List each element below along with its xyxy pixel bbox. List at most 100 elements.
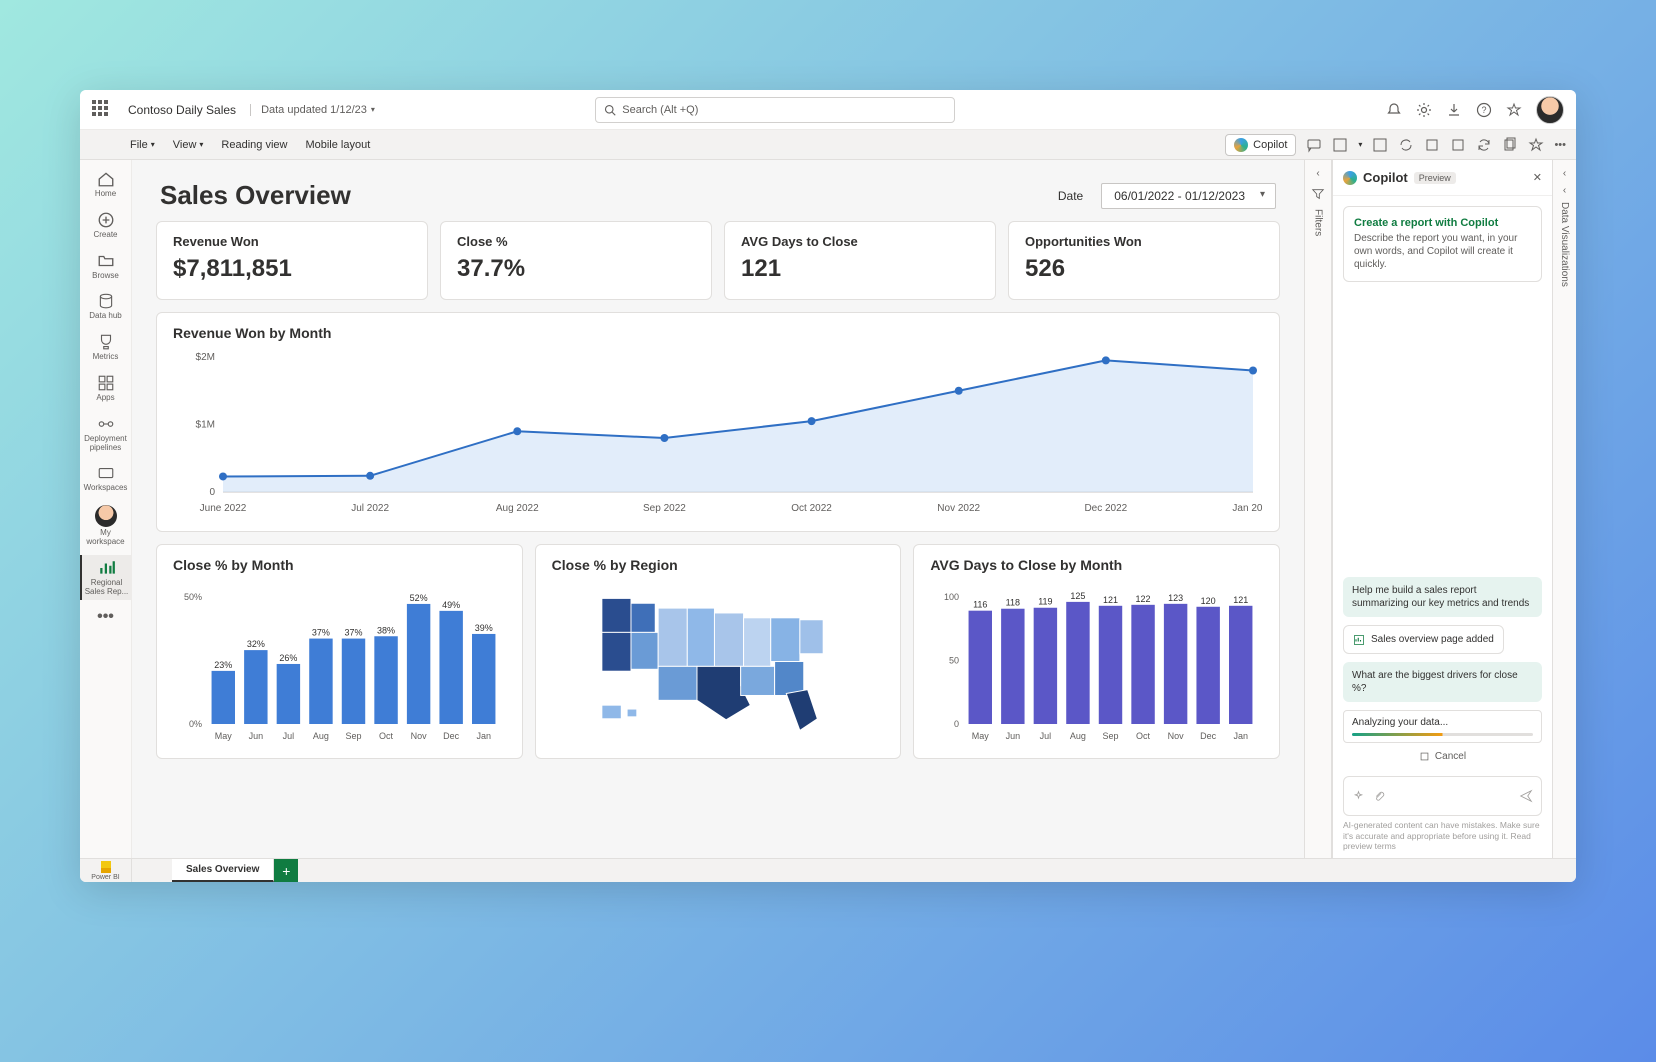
nav-my-workspace[interactable]: My workspace [80,501,131,551]
kpi-close-pct[interactable]: Close % 37.7% [440,221,712,300]
svg-text:52%: 52% [410,593,428,603]
nav-metrics[interactable]: Metrics [80,329,131,366]
filters-rail[interactable]: ‹ Filters [1304,160,1332,858]
copilot-button[interactable]: Copilot [1225,134,1296,156]
date-range-dropdown[interactable]: 06/01/2022 - 01/12/2023 [1101,183,1276,209]
bookmark-icon[interactable] [1332,137,1348,153]
svg-text:123: 123 [1168,593,1183,603]
kpi-row: Revenue Won $7,811,851 Close % 37.7% AVG… [156,221,1280,300]
analyzing-text: Analyzing your data... [1352,717,1448,728]
nav-pipelines[interactable]: Deployment pipelines [80,411,131,457]
svg-text:Jan 2023: Jan 2023 [1232,503,1263,514]
svg-text:32%: 32% [247,639,265,649]
database-icon [97,292,115,310]
attach-icon[interactable] [1373,790,1386,803]
favorite-icon[interactable] [1528,137,1544,153]
notifications-icon[interactable] [1386,102,1402,118]
nav-browse[interactable]: Browse [80,248,131,285]
comment-icon[interactable] [1306,137,1322,153]
user-avatar[interactable] [1536,96,1564,124]
svg-text:Oct: Oct [379,731,394,741]
search-input[interactable]: Search (Alt +Q) [595,97,955,123]
help-icon[interactable]: ? [1476,102,1492,118]
more-icon: ••• [97,608,114,626]
nav-apps[interactable]: Apps [80,370,131,407]
nav-label: Regional Sales Rep... [84,579,129,597]
feedback-icon[interactable] [1506,102,1522,118]
svg-text:Aug: Aug [1070,731,1086,741]
chevron-left-icon[interactable]: ‹ [1563,168,1566,179]
chevron-down-icon: ▾ [199,140,203,149]
topbar: Contoso Daily Sales Data updated 1/12/23… [80,90,1576,130]
mobile-layout-button[interactable]: Mobile layout [305,139,370,151]
kpi-opportunities[interactable]: Opportunities Won 526 [1008,221,1280,300]
file-menu[interactable]: File▾ [130,139,155,151]
view-icon[interactable] [1372,137,1388,153]
add-page-button[interactable]: + [274,859,298,882]
svg-text:Jul: Jul [1040,731,1052,741]
close-icon[interactable]: ✕ [1533,171,1542,184]
svg-text:50%: 50% [184,592,202,602]
chart-title: Revenue Won by Month [173,325,1263,341]
chart-title: Close % by Month [173,557,506,573]
copy-icon[interactable] [1502,137,1518,153]
download-icon[interactable] [1446,102,1462,118]
chart-avg-days-month[interactable]: AVG Days to Close by Month 050100116May1… [913,544,1280,759]
svg-text:Nov 2022: Nov 2022 [937,503,980,514]
search-icon [604,104,616,116]
cancel-button[interactable]: Cancel [1343,751,1542,762]
data-updated-text: Data updated 1/12/23 [261,104,367,116]
chart-revenue-by-month[interactable]: Revenue Won by Month 0$1M$2MJune 2022Jul… [156,312,1280,532]
data-updated-label[interactable]: Data updated 1/12/23 ▾ [250,104,375,116]
copilot-footer: AI-generated content can have mistakes. … [1333,820,1552,858]
kpi-value: 526 [1025,255,1263,283]
svg-text:Dec 2022: Dec 2022 [1084,503,1127,514]
export-icon[interactable] [1424,137,1440,153]
kpi-avg-days[interactable]: AVG Days to Close 121 [724,221,996,300]
chevron-left-icon[interactable]: ‹ [1316,168,1319,179]
tab-sales-overview[interactable]: Sales Overview [172,859,274,882]
copilot-icon [1234,138,1248,152]
svg-text:38%: 38% [377,625,395,635]
svg-text:Dec: Dec [1201,731,1218,741]
svg-text:May: May [972,731,990,741]
refresh-icon[interactable] [1476,137,1492,153]
copilot-input[interactable] [1343,776,1542,816]
svg-text:118: 118 [1006,598,1020,608]
nav-workspaces[interactable]: Workspaces [80,460,131,497]
sync-icon[interactable] [1398,137,1414,153]
svg-text:120: 120 [1201,596,1216,606]
sparkle-icon[interactable] [1352,790,1365,803]
more-icon[interactable]: ••• [1554,139,1566,151]
bar-chart-svg: 0%50%23%May32%Jun26%Jul37%Aug37%Sep38%Oc… [173,579,506,744]
nav-create[interactable]: Create [80,207,131,244]
powerbi-label: Power BI [91,874,119,881]
svg-text:37%: 37% [344,628,362,638]
chart-close-pct-region[interactable]: Close % by Region [535,544,902,759]
send-icon[interactable] [1519,789,1533,803]
svg-text:Sep 2022: Sep 2022 [643,503,686,514]
kpi-label: Revenue Won [173,234,411,249]
view-menu[interactable]: View▾ [173,139,204,151]
nav-data-hub[interactable]: Data hub [80,288,131,325]
nav-more[interactable]: ••• [80,604,131,630]
copilot-label: Copilot [1253,139,1287,151]
svg-text:Jul: Jul [283,731,295,741]
nav-regional-report[interactable]: Regional Sales Rep... [80,555,131,601]
share-icon[interactable] [1450,137,1466,153]
kpi-revenue-won[interactable]: Revenue Won $7,811,851 [156,221,428,300]
svg-text:June 2022: June 2022 [200,503,247,514]
nav-home[interactable]: Home [80,166,131,203]
reading-view-button[interactable]: Reading view [221,139,287,151]
user-message: What are the biggest drivers for close %… [1343,662,1542,702]
svg-text:?: ? [1481,105,1486,115]
chevron-left-icon[interactable]: ‹ [1563,185,1566,196]
settings-icon[interactable] [1416,102,1432,118]
app-launcher-icon[interactable] [92,100,112,120]
svg-text:Nov: Nov [1168,731,1185,741]
nav-label: Metrics [93,353,119,362]
data-viz-rail[interactable]: ‹ ‹ Data Visualizations [1552,160,1576,858]
chart-close-pct-month[interactable]: Close % by Month 0%50%23%May32%Jun26%Jul… [156,544,523,759]
copilot-suggestion-card[interactable]: Create a report with Copilot Describe th… [1343,206,1542,282]
chevron-down-icon: ▾ [371,105,375,114]
